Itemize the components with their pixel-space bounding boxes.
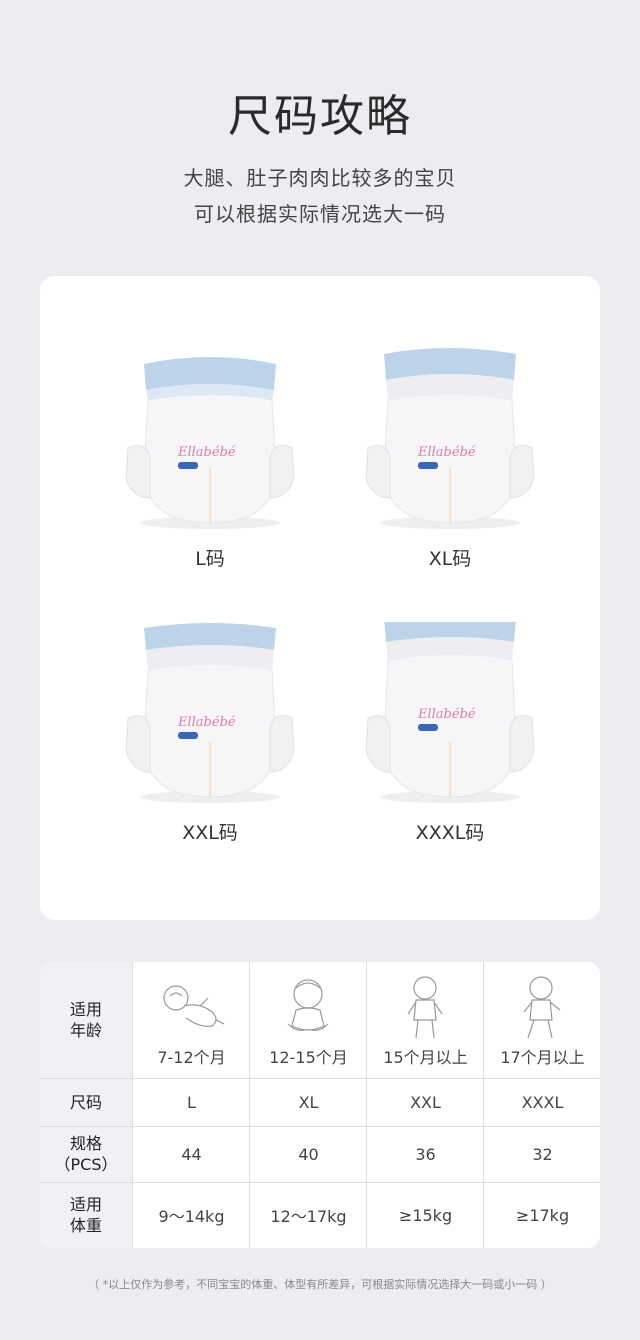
age-cell: 7-12个月 bbox=[157, 1048, 226, 1067]
size-cell: XL bbox=[298, 1092, 319, 1112]
product-label: XL码 bbox=[428, 548, 472, 570]
age-cell: 15个月以上 bbox=[383, 1048, 468, 1067]
weight-cell: ≥17kg bbox=[515, 1205, 570, 1225]
row-header-weight: 适用 体重 bbox=[69, 1195, 102, 1235]
standing-baby-icon bbox=[407, 976, 443, 1039]
brand-logo: Ellabébé bbox=[417, 707, 476, 722]
subtitle-line-2: 可以根据实际情况选大一码 bbox=[194, 202, 446, 226]
product-card: Ellabébé L码 Ellabébé XL码 Ellabébé XXL码 E… bbox=[40, 276, 600, 920]
footnote: （ *以上仅作为参考，不同宝宝的体重、体型有所差异，可根据实际情况选择大一码或小… bbox=[88, 1278, 552, 1291]
size-cell: L bbox=[187, 1092, 196, 1112]
walking-baby-icon bbox=[523, 976, 561, 1039]
pcs-cell: 36 bbox=[415, 1144, 436, 1164]
product-label: XXXL码 bbox=[415, 822, 485, 844]
row-header-pcs: 规格 （PCS） bbox=[54, 1134, 118, 1174]
row-header-age: 适用 年龄 bbox=[69, 1000, 102, 1040]
lying-baby-icon bbox=[163, 985, 225, 1027]
sitting-baby-icon bbox=[287, 979, 329, 1031]
product-l: Ellabébé L码 bbox=[110, 348, 310, 570]
brand-logo: Ellabébé bbox=[177, 445, 236, 460]
diaper-image: Ellabébé bbox=[125, 623, 295, 803]
weight-cell: ≥15kg bbox=[398, 1205, 453, 1225]
row-header-size: 尺码 bbox=[69, 1092, 102, 1112]
brand-logo: Ellabébé bbox=[177, 715, 236, 730]
product-xl: Ellabébé XL码 bbox=[350, 348, 550, 570]
size-table: 适用 年龄 尺码 规格 （PCS） 适用 体重 7-12个月 12-15个月 1… bbox=[40, 962, 600, 1248]
page-title: 尺码攻略 bbox=[228, 91, 412, 142]
product-xxxl: Ellabébé XXXL码 bbox=[350, 622, 550, 844]
age-cell: 17个月以上 bbox=[500, 1048, 585, 1067]
size-cell: XXXL bbox=[521, 1092, 564, 1112]
diaper-image: Ellabébé bbox=[125, 357, 295, 529]
weight-cell: 9～14kg bbox=[158, 1207, 225, 1226]
size-cell: XXL bbox=[410, 1092, 441, 1112]
pcs-cell: 40 bbox=[298, 1144, 319, 1164]
pcs-cell: 32 bbox=[532, 1144, 553, 1164]
brand-logo: Ellabébé bbox=[417, 445, 476, 460]
diaper-image: Ellabébé bbox=[365, 348, 535, 529]
age-cell: 12-15个月 bbox=[269, 1048, 348, 1067]
pcs-cell: 44 bbox=[181, 1144, 202, 1164]
weight-cell: 12～17kg bbox=[270, 1207, 347, 1226]
diaper-image: Ellabébé bbox=[365, 622, 535, 803]
subtitle-line-1: 大腿、肚子肉肉比较多的宝贝 bbox=[183, 166, 457, 190]
product-xxl: Ellabébé XXL码 bbox=[110, 622, 310, 844]
product-label: XXL码 bbox=[182, 822, 238, 844]
product-label: L码 bbox=[195, 548, 225, 570]
